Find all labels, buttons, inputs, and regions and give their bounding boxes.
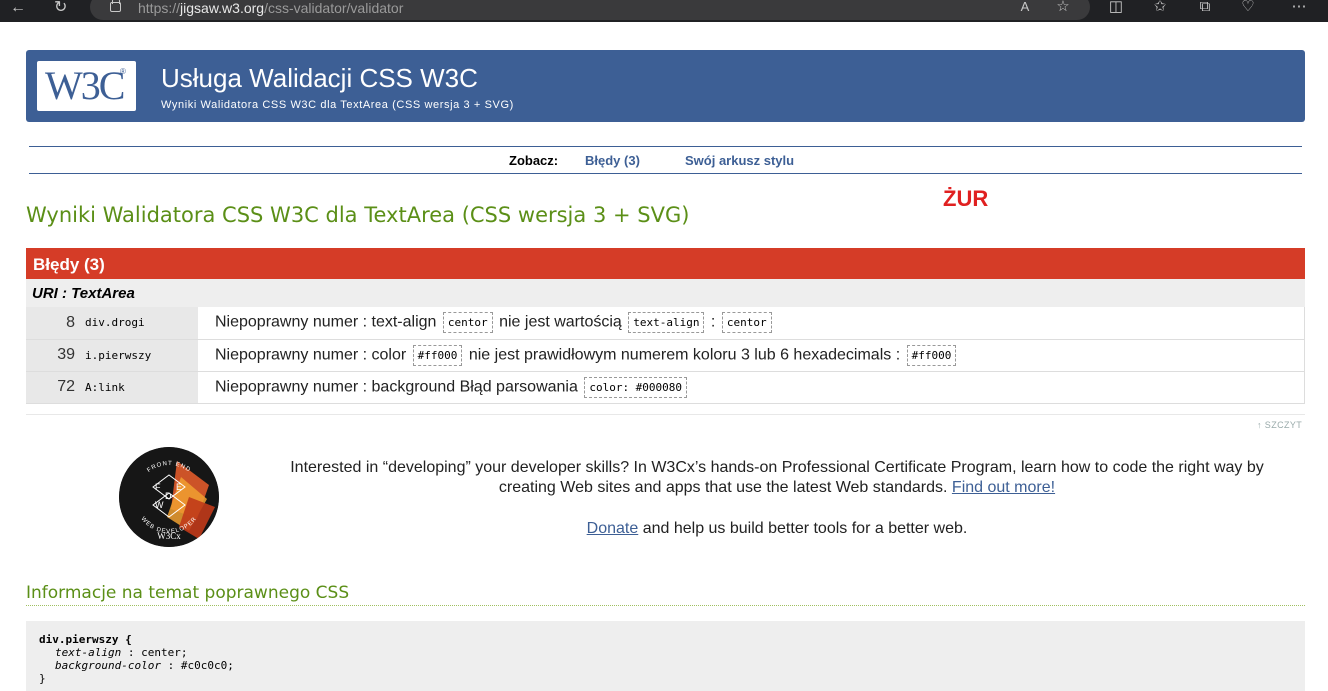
error-line-number: 72	[26, 371, 81, 404]
error-message: Niepoprawny numer : background Błąd pars…	[198, 371, 1305, 404]
badge-graphic: F E W D FRONT END WEB DEVELOPER W3Cx	[119, 447, 219, 547]
find-out-more-link[interactable]: Find out more!	[952, 479, 1055, 496]
code-snippet: text-align	[628, 312, 705, 334]
message-text: Niepoprawny numer : background Błąd pars…	[215, 378, 583, 396]
lock-icon	[110, 0, 121, 12]
message-text: :	[706, 313, 720, 331]
page-title: Usługa Walidacji CSS W3C	[161, 63, 478, 93]
css-declaration: text-align : center;	[55, 646, 188, 659]
errors-table: 8 div.drogi Niepoprawny numer : text-align…	[26, 307, 1305, 404]
promo-text: Interested in “developing” your develope…	[290, 459, 1264, 496]
browser-toolbar: ← ↻ https://jigsaw.w3.org/css-validator/…	[0, 0, 1328, 22]
back-to-top-link[interactable]: ↑ SZCZYT	[1257, 420, 1302, 430]
your-stylesheet-link[interactable]: Swój arkusz stylu	[685, 153, 794, 168]
error-context: div.drogi	[81, 307, 198, 340]
code-snippet: #ff000	[906, 344, 957, 366]
error-message: Niepoprawny numer : text-align centor ni…	[198, 307, 1305, 340]
see-navigation: Zobacz: Błędy (3) Swój arkusz stylu	[29, 146, 1302, 174]
css-close-brace: }	[39, 672, 46, 685]
url-text: https://jigsaw.w3.org/css-validator/vali…	[138, 0, 404, 16]
badge-letter-f: F	[155, 482, 161, 492]
favorite-star-icon[interactable]: ☆	[1054, 0, 1072, 16]
error-row: 39 i.pierwszy Niepoprawny numer : color #f…	[26, 339, 1305, 372]
code-snippet: color: #000080	[584, 376, 688, 398]
page-subtitle: Wyniki Walidatora CSS W3C dla TextArea (…	[161, 99, 514, 111]
css-declaration: background-color : #c0c0c0;	[55, 659, 234, 672]
badge-brand: W3Cx	[157, 531, 181, 541]
collections-icon[interactable]: ⧉	[1196, 0, 1214, 16]
more-menu-icon[interactable]: ⋯	[1290, 0, 1308, 16]
annotation-text: ŻUR	[943, 186, 989, 211]
donate-link[interactable]: Donate	[587, 520, 639, 537]
error-row: 72 A:link Niepoprawny numer : background B…	[26, 371, 1305, 404]
address-bar[interactable]: https://jigsaw.w3.org/css-validator/vali…	[90, 0, 1090, 20]
message-text: nie jest prawidłowym numerem koloru 3 lu…	[464, 346, 905, 364]
errors-link[interactable]: Błędy (3)	[585, 153, 640, 168]
refresh-icon[interactable]: ↻	[54, 0, 67, 18]
error-context: A:link	[81, 371, 198, 404]
code-snippet: centor	[442, 312, 493, 334]
errors-heading: Błędy (3)	[26, 248, 1305, 279]
w3c-logo[interactable]: W3C ®	[37, 61, 136, 111]
message-text: nie jest wartością	[494, 313, 627, 331]
code-snippet: centor	[721, 312, 772, 334]
browser-essentials-icon[interactable]: ♡	[1239, 0, 1257, 16]
css-preview: div.pierwszy { text-align : center; back…	[26, 621, 1305, 691]
message-text: Niepoprawny numer : color	[215, 346, 411, 364]
see-label: Zobacz:	[509, 153, 559, 168]
read-aloud-icon[interactable]: A	[1016, 0, 1034, 16]
divider	[26, 414, 1305, 415]
results-heading: Wyniki Walidatora CSS W3C dla TextArea (…	[26, 203, 690, 227]
header-banner: W3C ® Usługa Walidacji CSS W3C Wyniki Wa…	[26, 50, 1305, 122]
error-context: i.pierwszy	[81, 339, 198, 372]
error-row: 8 div.drogi Niepoprawny numer : text-align…	[26, 307, 1305, 340]
error-line-number: 8	[26, 307, 81, 340]
message-text: Niepoprawny numer : text-align	[215, 313, 441, 331]
logo-text: W3C	[45, 63, 125, 108]
valid-css-heading: Informacje na temat poprawnego CSS	[26, 583, 1305, 606]
badge-letter-e: E	[176, 482, 182, 492]
code-snippet: #ff000	[412, 344, 463, 366]
w3cx-fewd-badge[interactable]: F E W D FRONT END WEB DEVELOPER W3Cx	[119, 447, 219, 547]
badge-letter-d: D	[165, 491, 172, 501]
badge-letter-w: W	[155, 500, 164, 510]
split-screen-icon[interactable]: ◫	[1107, 0, 1125, 16]
donate-text: Donate and help us build better tools fo…	[586, 520, 968, 537]
css-selector: div.pierwszy {	[39, 633, 132, 646]
error-line-number: 39	[26, 339, 81, 372]
error-message: Niepoprawny numer : color #ff000 nie jes…	[198, 339, 1305, 372]
registered-mark: ®	[120, 67, 126, 76]
favorites-icon[interactable]: ✩	[1151, 0, 1169, 16]
uri-label: URI : TextArea	[26, 279, 1305, 307]
back-icon[interactable]: ←	[10, 0, 26, 18]
